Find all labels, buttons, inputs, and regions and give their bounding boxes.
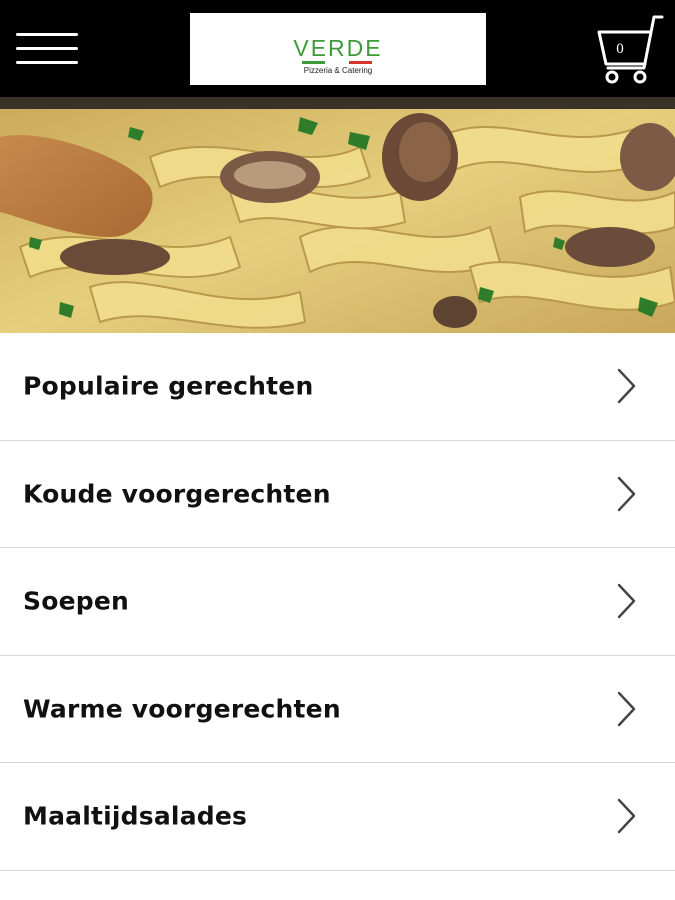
category-label: Koude voorgerechten xyxy=(23,479,331,509)
chevron-right-icon xyxy=(617,799,636,834)
category-label: Soepen xyxy=(23,586,129,616)
hamburger-menu-icon[interactable] xyxy=(16,30,80,66)
cart-button[interactable]: 0 xyxy=(594,12,668,86)
category-item-koude-voorgerechten[interactable]: Koude voorgerechten xyxy=(0,440,675,548)
pasta-mushroom-photo xyxy=(0,97,675,333)
logo-tagline: Pizzeria & Catering xyxy=(303,66,373,75)
logo-flag-stripe xyxy=(302,61,372,64)
chevron-right-icon xyxy=(617,584,636,619)
category-item-soepen[interactable]: Soepen xyxy=(0,548,675,656)
hero-image xyxy=(0,97,675,333)
cart-count: 0 xyxy=(616,41,624,57)
category-item-populaire-gerechten[interactable]: Populaire gerechten xyxy=(0,333,675,441)
chevron-right-icon xyxy=(617,691,636,726)
category-label: Populaire gerechten xyxy=(23,371,314,401)
logo-wordmark: VERDE xyxy=(293,35,383,61)
top-bar: VERDE Pizzeria & Catering 0 xyxy=(0,0,675,97)
chevron-right-icon xyxy=(617,476,636,511)
logo[interactable]: VERDE Pizzeria & Catering xyxy=(190,13,486,85)
category-label: Warme voorgerechten xyxy=(23,694,341,724)
chevron-right-icon xyxy=(617,369,636,404)
category-list: Populaire gerechten Koude voorgerechten … xyxy=(0,333,675,871)
category-item-maaltijdsalades[interactable]: Maaltijdsalades xyxy=(0,763,675,871)
category-item-warme-voorgerechten[interactable]: Warme voorgerechten xyxy=(0,655,675,763)
category-label: Maaltijdsalades xyxy=(23,801,248,831)
